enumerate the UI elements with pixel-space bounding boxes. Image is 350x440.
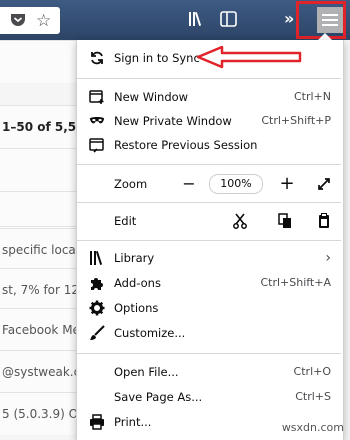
browser-toolbar: ☆ » <box>0 0 350 40</box>
menu-item-label: Save Page As... <box>114 390 203 404</box>
sync-icon <box>89 50 105 66</box>
menu-item-library[interactable]: Library › <box>77 246 341 270</box>
menu-item-addons[interactable]: Add-ons Ctrl+Shift+A <box>77 271 341 295</box>
bg-row <box>0 40 80 83</box>
bg-row: @systweak.c <box>0 350 80 393</box>
bg-row <box>0 148 80 191</box>
menu-item-label: Edit <box>114 214 137 228</box>
overflow-chevron-icon[interactable]: » <box>284 9 294 28</box>
menu-item-label: Sign in to Sync <box>114 51 200 65</box>
menu-item-label: Add-ons <box>114 276 161 290</box>
divider <box>77 78 341 79</box>
divider <box>77 202 341 203</box>
sidebar-icon[interactable] <box>220 11 237 30</box>
zoom-out-button[interactable]: − <box>180 172 198 196</box>
url-bar[interactable]: ☆ <box>0 7 60 34</box>
divider <box>77 164 341 165</box>
paintbrush-icon <box>89 325 105 341</box>
menu-item-restore-session[interactable]: Restore Previous Session <box>77 133 341 157</box>
menu-item-label: Zoom <box>114 177 148 191</box>
menu-item-edit: Edit <box>77 209 341 233</box>
fullscreen-icon[interactable] <box>315 172 333 196</box>
menu-item-label: Library <box>114 251 155 265</box>
menu-item-label: Restore Previous Session <box>114 138 258 152</box>
menu-item-options[interactable]: Options <box>77 296 341 320</box>
menu-item-label: New Private Window <box>114 114 232 128</box>
pocket-icon[interactable] <box>10 13 26 30</box>
menu-item-label: New Window <box>114 90 189 104</box>
shortcut: Ctrl+Shift+P <box>261 114 331 127</box>
hamburger-menu-button[interactable] <box>317 7 343 33</box>
bg-row: 5 (5.0.3.9) OS <box>0 392 80 435</box>
menu-item-label: Options <box>114 301 159 315</box>
menu-item-label: Open File... <box>114 365 179 379</box>
library-icon <box>89 250 105 266</box>
bg-row: st, 7% for 12 <box>0 268 80 311</box>
printer-icon <box>89 414 105 430</box>
paste-icon[interactable] <box>315 209 333 233</box>
shortcut: Ctrl+N <box>293 90 331 103</box>
menu-item-customize[interactable]: Customize... <box>77 321 341 345</box>
watermark: wsxdn.com <box>281 421 344 434</box>
shortcut: Ctrl+Shift+A <box>260 276 331 289</box>
bg-row-count: 1–50 of 5,58 <box>0 105 80 148</box>
menu-item-new-private-window[interactable]: New Private Window Ctrl+Shift+P <box>77 109 341 133</box>
private-mask-icon <box>89 113 105 129</box>
puzzle-icon <box>89 275 105 291</box>
shortcut: Ctrl+O <box>293 365 331 378</box>
zoom-in-button[interactable]: + <box>278 172 296 196</box>
cut-icon[interactable] <box>231 209 249 233</box>
chevron-right-icon: › <box>325 250 331 266</box>
library-icon[interactable] <box>188 10 206 31</box>
new-window-icon <box>89 89 105 105</box>
restore-session-icon <box>89 137 105 153</box>
annotation-arrow <box>196 45 302 69</box>
bookmark-star-icon[interactable]: ☆ <box>36 11 51 31</box>
bg-row: specific locat <box>0 228 80 271</box>
menu-item-label: Print... <box>114 415 152 429</box>
menu-item-open-file[interactable]: Open File... Ctrl+O <box>77 360 341 384</box>
divider <box>77 353 341 354</box>
divider <box>77 240 341 241</box>
shortcut: Ctrl+S <box>295 390 331 403</box>
hamburger-icon <box>322 14 338 26</box>
bg-row: Facebook Me <box>0 308 80 351</box>
menu-item-save-page[interactable]: Save Page As... Ctrl+S <box>77 385 341 409</box>
menu-item-label: Customize... <box>114 326 186 340</box>
zoom-reset-button[interactable]: 100% <box>209 174 263 194</box>
gear-icon <box>89 300 105 316</box>
menu-item-new-window[interactable]: New Window Ctrl+N <box>77 85 341 109</box>
app-menu-panel: Sign in to Sync New Window Ctrl+N New Pr… <box>76 40 344 440</box>
copy-icon[interactable] <box>276 209 294 233</box>
menu-item-zoom: Zoom − 100% + <box>77 172 341 196</box>
